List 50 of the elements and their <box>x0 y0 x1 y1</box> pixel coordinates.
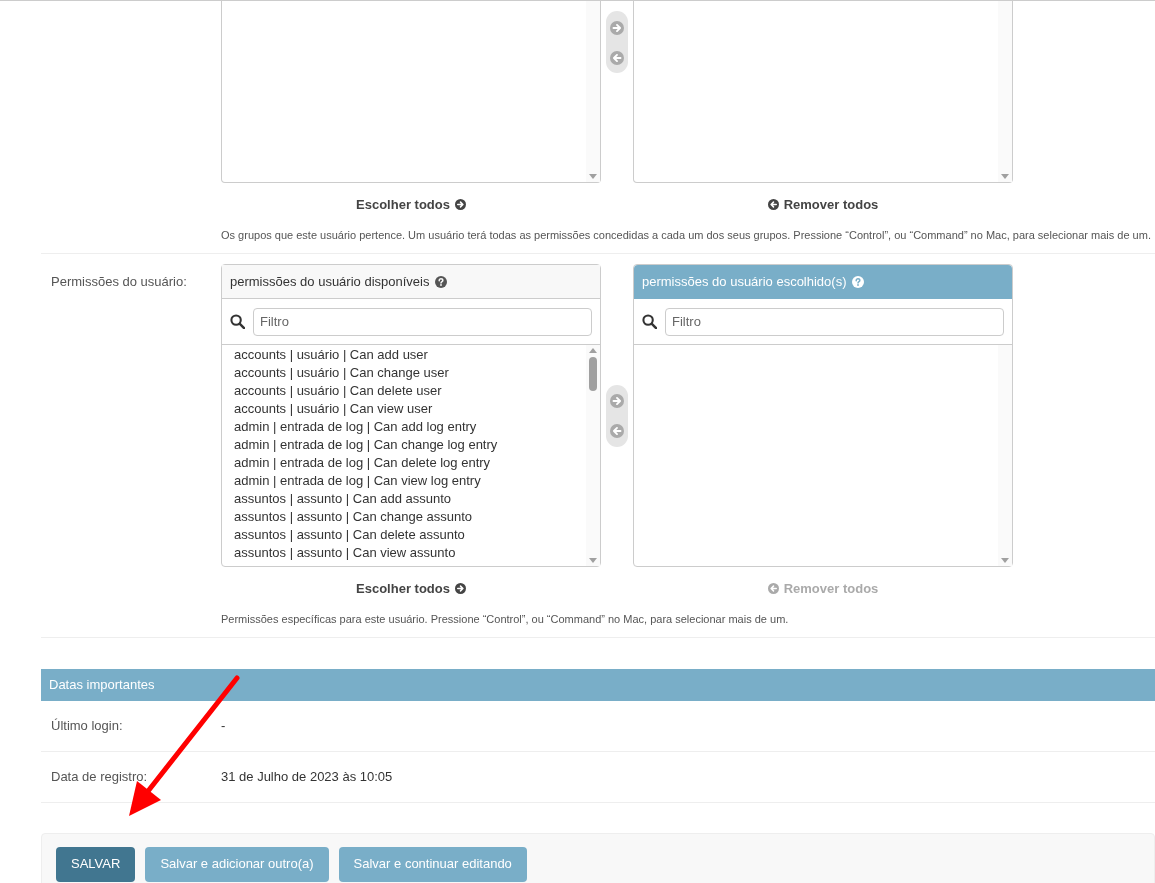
left-arrow-icon <box>767 583 779 595</box>
right-arrow-icon <box>454 199 466 211</box>
permission-option[interactable]: accounts | usuário | Can change user <box>234 364 586 382</box>
permission-option[interactable]: admin | entrada de log | Can add log entry <box>234 418 586 436</box>
field-value: - <box>221 717 226 736</box>
help-text: Os grupos que este usuário pertence. Um usuário terá todas as permissões concedidas a cada um dos seus grupos. Pressione “Control”, ou “Command” no Mac, para selecionar mais de um. <box>221 227 1152 243</box>
scroll-down-icon[interactable] <box>1001 558 1009 563</box>
help-icon <box>852 276 865 288</box>
permission-option[interactable]: assuntos | assunto | Can add assunto <box>234 490 586 508</box>
scroll-down-icon[interactable] <box>589 174 597 179</box>
scrollbar[interactable] <box>586 1 600 182</box>
field-label: Último login: <box>50 717 124 736</box>
permission-option[interactable]: admin | entrada de log | Can change log entry <box>234 436 586 454</box>
scroll-down-icon[interactable] <box>589 558 597 563</box>
panel-title: permissões do usuário disponíveis <box>230 272 430 291</box>
scroll-up-icon[interactable] <box>589 348 597 353</box>
remove-all-link[interactable]: Remover todos <box>767 195 879 215</box>
permission-option[interactable]: assuntos | assunto | Can view assunto <box>234 544 586 562</box>
left-arrow-icon <box>610 50 624 65</box>
permission-option[interactable]: accounts | usuário | Can delete user <box>234 382 586 400</box>
right-arrow-icon <box>610 20 624 35</box>
field-label: Permissões do usuário: <box>50 273 188 291</box>
left-arrow-icon <box>610 424 624 439</box>
filter-field[interactable]: Filtro <box>665 307 1004 336</box>
left-arrow-icon <box>767 199 779 211</box>
field-label: Data de registro: <box>50 768 149 787</box>
right-arrow-icon <box>454 583 466 595</box>
section-header: Datas importantes <box>41 669 1155 701</box>
scroll-down-icon[interactable] <box>1001 174 1009 179</box>
search-icon <box>230 314 245 329</box>
search-icon <box>642 314 657 329</box>
scroll-thumb[interactable] <box>589 357 597 391</box>
permission-option[interactable]: accounts | usuário | Can add user <box>234 346 586 364</box>
save-button[interactable]: SALVAR <box>56 846 136 882</box>
permission-option[interactable]: accounts | usuário | Can view user <box>234 400 586 418</box>
help-text: Permissões específicas para este usuário. Pressione “Control”, ou “Command” no Mac, para selecionar mais de um. <box>221 611 790 627</box>
filter-field[interactable]: Filtro <box>253 307 592 336</box>
right-arrow-icon <box>610 394 624 409</box>
choose-all-link[interactable]: Escolher todos <box>356 195 466 215</box>
scrollbar[interactable] <box>998 1 1012 182</box>
permission-option[interactable]: admin | entrada de log | Can view log entry <box>234 472 586 490</box>
scrollbar[interactable] <box>998 345 1012 566</box>
permission-option[interactable]: admin | entrada de log | Can delete log entry <box>234 454 586 472</box>
help-icon <box>435 275 448 288</box>
permission-option[interactable]: assuntos | assunto | Can delete assunto <box>234 526 586 544</box>
field-value: 31 de Julho de 2023 às 10:05 <box>221 768 393 787</box>
permission-option[interactable]: assuntos | assunto | Can change assunto <box>234 508 586 526</box>
panel-title: permissões do usuário escolhido(s) <box>642 273 847 292</box>
choose-all-link[interactable]: Escolher todos <box>356 579 466 599</box>
scrollbar[interactable] <box>586 345 600 566</box>
